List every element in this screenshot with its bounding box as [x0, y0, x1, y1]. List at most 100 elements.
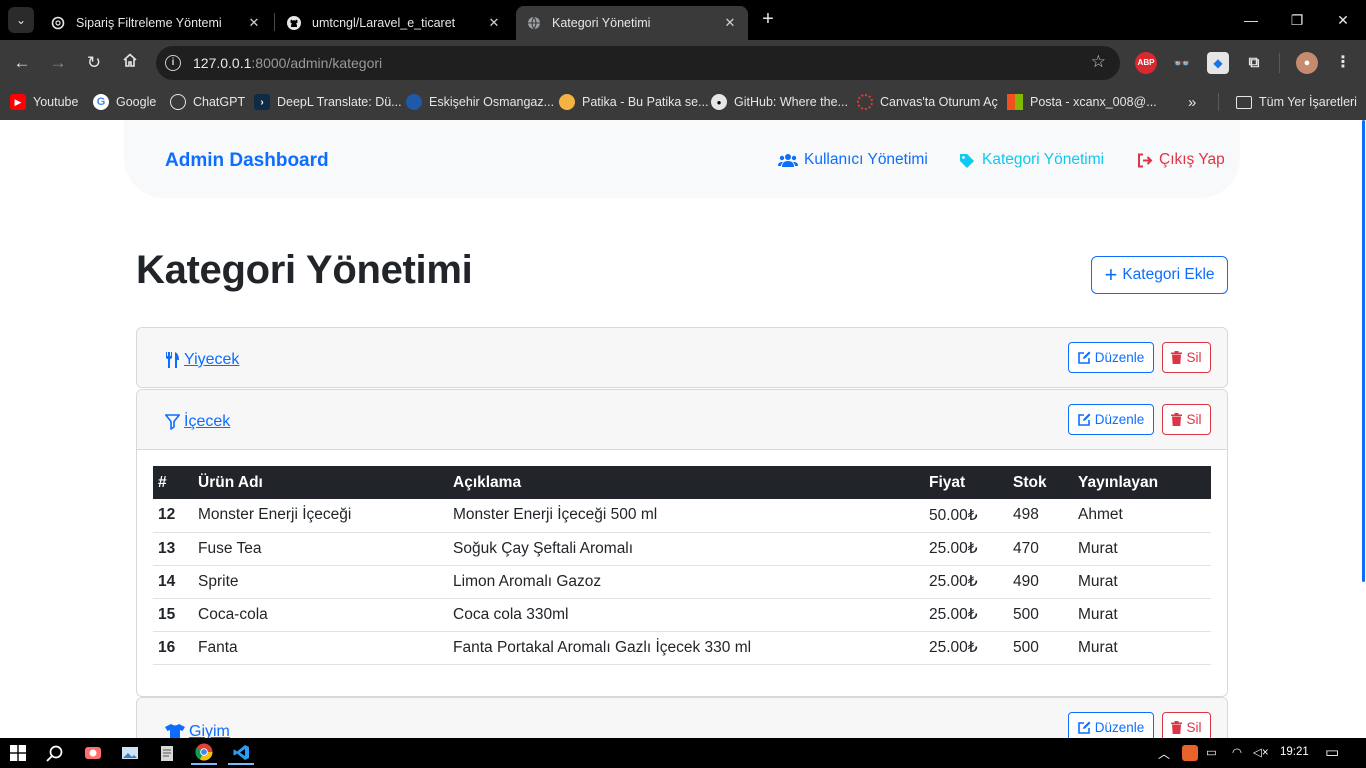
new-tab-button[interactable]: + — [756, 8, 780, 32]
close-icon[interactable]: ✕ — [722, 15, 738, 31]
globe-icon — [526, 15, 542, 31]
product-stock: 500 — [1013, 605, 1039, 623]
product-id: 15 — [158, 605, 176, 623]
reload-button[interactable]: ↻ — [81, 50, 107, 76]
tab-github[interactable]: umtcngl/Laravel_e_ticaret ✕ — [276, 6, 512, 40]
table-header-row: # Ürün Adı Açıklama Fiyat Stok Yayınlaya… — [153, 466, 1211, 499]
address-bar[interactable]: i 127.0.0.1:8000/admin/kategori ☆ — [156, 46, 1120, 80]
wifi-icon[interactable]: ◠ — [1232, 745, 1242, 759]
folder-icon — [1236, 95, 1252, 109]
university-icon — [406, 94, 422, 110]
search-icon[interactable] — [41, 741, 67, 765]
vscode-icon[interactable] — [228, 741, 254, 765]
puzzle-icon[interactable]: ⧉ — [1243, 52, 1265, 74]
product-description: Monster Enerji İçeceği 500 ml — [453, 506, 658, 524]
site-info-icon[interactable]: i — [165, 55, 181, 71]
windows-taskbar: ︿ ▭ ◠ ◁× 19:21 ▭ — [0, 738, 1366, 768]
category-link-yiyecek[interactable]: Yiyecek — [165, 351, 239, 369]
tray-overflow-icon[interactable]: ︿ — [1158, 745, 1170, 762]
product-stock: 470 — [1013, 539, 1039, 557]
bookmark-deepl[interactable]: › DeepL Translate: Dü... — [254, 93, 402, 111]
notification-icon[interactable]: ▭ — [1325, 743, 1339, 761]
notes-icon[interactable] — [154, 741, 180, 765]
admin-navbar: Admin Dashboard Kullanıcı Yönetimi Kateg… — [124, 120, 1240, 198]
minimize-button[interactable]: — — [1228, 0, 1274, 40]
plus-icon: + — [1104, 262, 1118, 287]
nav-kategori-yonetimi[interactable]: Kategori Yönetimi — [959, 151, 1104, 169]
column-header: Yayınlayan — [1078, 473, 1159, 491]
category-card-yiyecek: Yiyecek Düzenle Sil — [136, 327, 1228, 388]
category-header: Giyim Düzenle Sil — [137, 698, 1227, 738]
forward-button[interactable]: → — [45, 50, 71, 76]
bookmark-youtube[interactable]: ▶ Youtube — [10, 93, 78, 111]
back-button[interactable]: ← — [9, 50, 35, 76]
bookmark-posta[interactable]: Posta - xcanx_008@... — [1007, 93, 1157, 111]
bookmark-chatgpt[interactable]: ChatGPT — [170, 93, 245, 111]
table-row: 14 Sprite Limon Aromalı Gazoz 25.00₺ 490… — [153, 565, 1211, 598]
tags-icon — [959, 153, 976, 168]
product-description: Limon Aromalı Gazoz — [453, 572, 602, 590]
window-close-button[interactable]: ✕ — [1320, 0, 1366, 40]
volume-icon[interactable]: ◁× — [1253, 745, 1269, 759]
product-price: 25.00₺ — [929, 606, 978, 623]
windows-start-icon[interactable] — [5, 741, 31, 765]
category-header: Yiyecek Düzenle Sil — [137, 328, 1227, 387]
column-header: Açıklama — [453, 473, 522, 491]
extension-icon[interactable]: ◆ — [1207, 52, 1229, 74]
nav-cikis-yap[interactable]: Çıkış Yap — [1137, 151, 1225, 169]
home-icon — [123, 53, 137, 67]
edit-category-button[interactable]: Düzenle — [1068, 404, 1154, 435]
all-bookmarks-button[interactable]: Tüm Yer İşaretleri — [1236, 93, 1357, 111]
more-bookmarks-button[interactable]: » — [1188, 93, 1196, 111]
bookmark-esogu[interactable]: Eskişehir Osmangaz... — [406, 93, 554, 111]
delete-category-button[interactable]: Sil — [1162, 342, 1211, 373]
tab-title: umtcngl/Laravel_e_ticaret — [312, 16, 456, 30]
deepl-icon: › — [254, 94, 270, 110]
bookmark-patika[interactable]: Patika - Bu Patika se... — [559, 93, 708, 111]
bookmark-google[interactable]: G Google — [93, 93, 156, 111]
bookmark-canvas[interactable]: Canvas'ta Oturum Aç — [857, 93, 998, 111]
scrollbar-thumb[interactable] — [1362, 120, 1365, 582]
photos-icon[interactable] — [117, 741, 143, 765]
close-icon[interactable]: ✕ — [246, 15, 262, 31]
product-stock: 500 — [1013, 638, 1039, 656]
bookmark-star-icon[interactable]: ☆ — [1091, 52, 1106, 72]
edit-category-button[interactable]: Düzenle — [1068, 342, 1154, 373]
category-card-giyim: Giyim Düzenle Sil — [136, 697, 1228, 738]
home-button[interactable] — [117, 50, 143, 76]
navbar-brand[interactable]: Admin Dashboard — [165, 150, 329, 172]
product-name: Fanta — [198, 638, 238, 656]
tab-siparis[interactable]: Sipariş Filtreleme Yöntemi ✕ — [40, 6, 272, 40]
tshirt-icon — [165, 724, 185, 738]
profile-avatar[interactable]: ● — [1296, 52, 1318, 74]
bookmark-github[interactable]: ● GitHub: Where the... — [711, 93, 848, 111]
chrome-taskbar-icon[interactable] — [191, 741, 217, 765]
battery-icon[interactable]: ▭ — [1206, 745, 1217, 759]
delete-category-button[interactable]: Sil — [1162, 712, 1211, 738]
category-link-giyim[interactable]: Giyim — [165, 723, 230, 738]
glasses-extension-icon[interactable]: 👓 — [1171, 52, 1193, 74]
nav-kullanici-yonetimi[interactable]: Kullanıcı Yönetimi — [778, 151, 928, 169]
column-header: # — [158, 473, 167, 491]
tab-kategori[interactable]: Kategori Yönetimi ✕ — [516, 6, 748, 40]
restore-button[interactable]: ❐ — [1274, 0, 1320, 40]
tab-search-button[interactable]: ⌄ — [8, 7, 34, 33]
github-icon: ● — [711, 94, 727, 110]
clock[interactable]: 19:21 — [1280, 746, 1309, 758]
url-text[interactable]: 127.0.0.1:8000/admin/kategori — [193, 55, 382, 71]
category-link-icecek[interactable]: İçecek — [165, 413, 230, 431]
tab-title: Kategori Yönetimi — [552, 16, 651, 30]
close-icon[interactable]: ✕ — [486, 15, 502, 31]
table-row: 15 Coca-cola Coca cola 330ml 25.00₺ 500 … — [153, 598, 1211, 631]
add-category-button[interactable]: + Kategori Ekle — [1091, 256, 1228, 294]
menu-icon[interactable]: ⋮ — [1332, 52, 1354, 74]
product-name: Fuse Tea — [198, 539, 262, 557]
edit-category-button[interactable]: Düzenle — [1068, 712, 1154, 738]
app-icon[interactable] — [80, 741, 106, 765]
delete-category-button[interactable]: Sil — [1162, 404, 1211, 435]
toolbar-divider — [1279, 53, 1280, 73]
xampp-icon[interactable] — [1182, 745, 1198, 761]
products-table: # Ürün Adı Açıklama Fiyat Stok Yayınlaya… — [153, 466, 1211, 665]
adblock-plus-icon[interactable]: ABP — [1135, 52, 1157, 74]
column-header: Fiyat — [929, 473, 966, 491]
